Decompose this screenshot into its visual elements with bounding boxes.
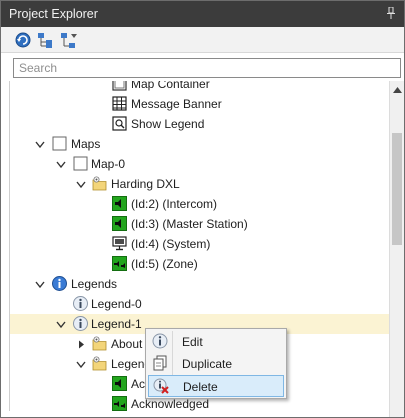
tree-item-map-container[interactable]: Map Container [10, 81, 389, 94]
panel-title: Project Explorer [9, 7, 98, 21]
duplicate-icon [153, 355, 167, 371]
map-icon [73, 156, 88, 171]
chevron-down-icon[interactable] [35, 140, 45, 149]
menu-item-duplicate[interactable]: Duplicate [148, 353, 284, 375]
menu-item-delete[interactable]: Delete [148, 375, 284, 397]
tree-item-label: Map-0 [91, 157, 126, 171]
search-input[interactable] [14, 59, 400, 77]
tree-item-map-0[interactable]: Map-0 [10, 154, 389, 174]
context-menu: Edit Duplicate Delete [145, 328, 287, 399]
refresh-icon[interactable] [13, 31, 33, 49]
menu-item-edit[interactable]: Edit [148, 331, 284, 353]
scrollbar-thumb[interactable] [392, 133, 402, 245]
tree-item-label: Harding DXL [111, 177, 180, 191]
chevron-right-icon[interactable] [76, 340, 86, 349]
tree-item-label: (Id:3) (Master Station) [131, 217, 248, 231]
chevron-down-icon[interactable] [76, 180, 86, 189]
chevron-down-icon[interactable] [76, 360, 86, 369]
tree-item-message-banner[interactable]: Message Banner [10, 94, 389, 114]
folder-icon [92, 356, 107, 371]
menu-item-label: Delete [183, 380, 218, 394]
tree-item-legend-0[interactable]: Legend-0 [10, 294, 389, 314]
chevron-down-icon[interactable] [56, 160, 66, 169]
tree-item-show-legend[interactable]: Show Legend [10, 114, 389, 134]
speaker-icon [112, 376, 127, 391]
info-icon [52, 276, 67, 291]
show-legend-icon [112, 116, 127, 131]
scroll-up-icon[interactable] [393, 87, 402, 93]
menu-item-label: Edit [182, 335, 203, 349]
map-icon [52, 136, 67, 151]
pin-icon[interactable] [386, 7, 396, 19]
tree-item-legends[interactable]: Legends [10, 274, 389, 294]
tree-item-label: Show Legend [131, 117, 205, 131]
zone-icon [112, 396, 127, 411]
tree-item-label: Maps [71, 137, 101, 151]
tree-item-device[interactable]: (Id:2) (Intercom) [10, 194, 389, 214]
chevron-down-icon[interactable] [56, 320, 66, 329]
monitor-icon [112, 236, 127, 251]
tree-item-device[interactable]: (Id:3) (Master Station) [10, 214, 389, 234]
delete-icon [153, 378, 169, 394]
tree-item-label: Legend-0 [91, 297, 142, 311]
info-icon [73, 296, 88, 311]
tree-item-maps[interactable]: Maps [10, 134, 389, 154]
menu-item-label: Duplicate [182, 357, 233, 371]
project-explorer-panel: Project Explorer Search Map Container Me… [0, 0, 405, 418]
tree-item-label: (Id:5) (Zone) [131, 257, 198, 271]
panel-titlebar: Project Explorer [1, 1, 404, 27]
device-folder-icon [92, 176, 107, 191]
speaker-icon [112, 196, 127, 211]
tree-item-harding-dxl[interactable]: Harding DXL [10, 174, 389, 194]
speaker-icon [112, 216, 127, 231]
tree-item-label: Legends [71, 277, 118, 291]
map-container-icon [112, 81, 127, 91]
tree-item-label: Acknowledged [131, 397, 210, 411]
tree-item-label: Legend-1 [91, 317, 142, 331]
tree-scrollbar[interactable] [389, 81, 404, 417]
tree-item-label: (Id:4) (System) [131, 237, 211, 251]
explorer-toolbar [1, 27, 404, 53]
info-icon [152, 333, 168, 349]
tree-item-label: Ac [131, 377, 146, 391]
tree-item-label: Map Container [131, 81, 210, 91]
tree-item-device[interactable]: (Id:4) (System) [10, 234, 389, 254]
folder-icon [92, 336, 107, 351]
info-icon [73, 316, 88, 331]
message-banner-icon [112, 96, 127, 111]
search-box [13, 58, 401, 78]
collapse-all-icon[interactable] [59, 31, 79, 49]
tree-item-label: About [111, 337, 143, 351]
zone-icon [112, 256, 127, 271]
chevron-down-icon[interactable] [35, 280, 45, 289]
tree-item-label: (Id:2) (Intercom) [131, 197, 218, 211]
tree-item-device[interactable]: (Id:5) (Zone) [10, 254, 389, 274]
tree-item-label: Message Banner [131, 97, 222, 111]
expand-all-icon[interactable] [36, 31, 56, 49]
